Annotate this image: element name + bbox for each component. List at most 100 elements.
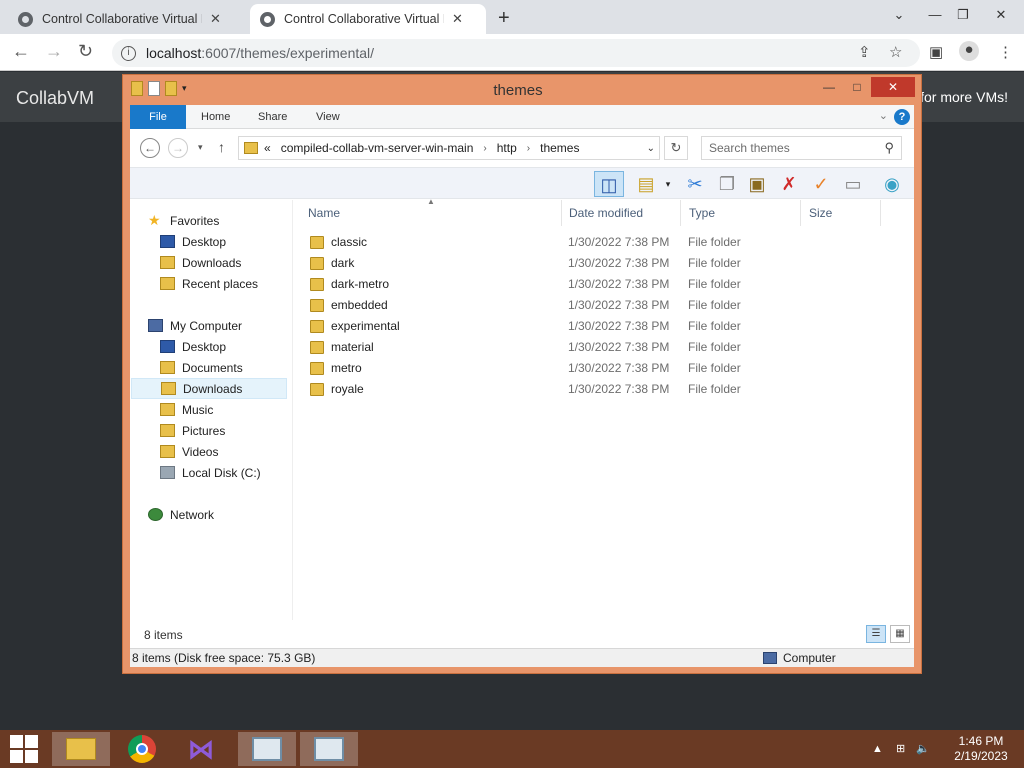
info-icon[interactable]: i [121, 45, 136, 61]
nav-item-recent-places[interactable]: Recent places [160, 273, 316, 294]
shell-icon[interactable]: ◉ [878, 171, 906, 197]
status-location: Computer [763, 651, 836, 665]
rename-icon[interactable]: ▭ [840, 171, 866, 197]
file-row[interactable]: dark-metro 1/30/2022 7:38 PM File folder [300, 274, 760, 295]
profile-avatar-icon[interactable]: ● [959, 41, 979, 61]
check-icon[interactable]: ✓ [808, 171, 834, 197]
chevron-down-icon[interactable]: ▾ [662, 171, 674, 197]
file-row[interactable]: classic 1/30/2022 7:38 PM File folder [300, 232, 760, 253]
breadcrumb-item[interactable]: http [497, 141, 517, 155]
breadcrumb[interactable]: « compiled-collab-vm-server-win-main › h… [238, 136, 660, 160]
taskbar-window[interactable] [238, 732, 296, 766]
network-icon [148, 508, 163, 521]
breadcrumb-item[interactable]: compiled-collab-vm-server-win-main [281, 141, 474, 155]
taskbar-chrome[interactable] [114, 732, 172, 766]
taskbar-window[interactable] [300, 732, 358, 766]
url-text[interactable]: localhost:6007/themes/experimental/ [146, 45, 374, 61]
file-row[interactable]: royale 1/30/2022 7:38 PM File folder [300, 379, 760, 400]
clock[interactable]: 1:46 PM 2/19/2023 [942, 734, 1020, 764]
volume-icon[interactable]: 🔈 [916, 743, 930, 755]
copy-icon[interactable]: ❐ [714, 171, 740, 197]
chevron-down-icon[interactable]: ⌄ [647, 143, 655, 154]
tab-share[interactable]: Share [258, 105, 287, 129]
new-tab-button[interactable]: + [498, 7, 510, 30]
forward-arrow-icon[interactable]: → [45, 41, 63, 62]
details-view-icon[interactable]: ☰ [866, 625, 886, 643]
browser-tab[interactable]: Control Collaborative Virtual Ma ✕ [8, 4, 248, 34]
up-arrow-icon[interactable]: ↑ [218, 139, 225, 155]
address-bar[interactable]: i localhost:6007/themes/experimental/ [112, 39, 920, 67]
file-row[interactable]: embedded 1/30/2022 7:38 PM File folder [300, 295, 760, 316]
windows-start-icon[interactable] [10, 735, 38, 763]
tab-title: Control Collaborative Virtual Ma [42, 12, 202, 26]
folder-icon [310, 257, 324, 270]
taskbar-visual-studio[interactable]: ⋈ [176, 732, 234, 766]
nav-item-music[interactable]: Music [160, 399, 316, 420]
nav-item-desktop[interactable]: Desktop [160, 336, 316, 357]
nav-item-downloads[interactable]: Downloads [160, 252, 316, 273]
nav-item-videos[interactable]: Videos [160, 441, 316, 462]
forward-arrow-icon[interactable]: → [168, 138, 188, 158]
nav-favorites[interactable]: ★ Favorites [148, 210, 304, 231]
file-row[interactable]: material 1/30/2022 7:38 PM File folder [300, 337, 760, 358]
computer-icon [148, 319, 163, 332]
close-tab-icon[interactable]: ✕ [210, 11, 221, 27]
refresh-icon[interactable]: ↻ [664, 136, 688, 160]
breadcrumb-overflow[interactable]: « [264, 141, 271, 155]
column-type[interactable]: Type [681, 200, 801, 226]
column-size[interactable]: Size [801, 200, 881, 226]
more-vms-text[interactable]: for more VMs! [920, 89, 1008, 105]
breadcrumb-item[interactable]: themes [540, 141, 579, 155]
large-icons-view-icon[interactable]: ▦ [890, 625, 910, 643]
restore-button[interactable]: ❐ [946, 0, 980, 30]
nav-item-local-disk[interactable]: Local Disk (C:) [160, 462, 316, 483]
share-icon[interactable]: ⇪ [858, 43, 871, 61]
documents-folder-icon [160, 361, 175, 374]
file-row[interactable]: dark 1/30/2022 7:38 PM File folder [300, 253, 760, 274]
minimize-button[interactable]: — [821, 77, 837, 97]
back-arrow-icon[interactable]: ← [140, 138, 160, 158]
taskbar-file-explorer[interactable] [52, 732, 110, 766]
nav-item-desktop[interactable]: Desktop [160, 231, 316, 252]
folder-icon [310, 383, 324, 396]
status-bar: 8 items (Disk free space: 75.3 GB) Compu… [130, 648, 914, 667]
chevron-right-icon[interactable]: › [483, 143, 486, 154]
help-icon[interactable]: ? [894, 109, 910, 125]
side-panel-icon[interactable]: ▣ [929, 43, 943, 61]
close-tab-icon[interactable]: ✕ [452, 11, 463, 27]
file-row[interactable]: metro 1/30/2022 7:38 PM File folder [300, 358, 760, 379]
maximize-button[interactable]: □ [849, 77, 865, 97]
delete-icon[interactable]: ✗ [776, 171, 802, 197]
browser-tab-active[interactable]: Control Collaborative Virtual Ma ✕ [250, 4, 486, 34]
select-folder-icon[interactable]: ▤ [632, 171, 660, 197]
tab-file[interactable]: File [130, 105, 186, 129]
reload-icon[interactable]: ↻ [78, 41, 93, 62]
cut-icon[interactable]: ✂ [682, 171, 708, 197]
chevron-right-icon[interactable]: › [527, 143, 530, 154]
menu-kebab-icon[interactable]: ⋮ [998, 43, 1013, 61]
bookmark-star-icon[interactable]: ☆ [889, 43, 902, 61]
nav-my-computer[interactable]: My Computer [148, 315, 304, 336]
close-window-button[interactable]: ✕ [984, 0, 1018, 30]
paste-icon[interactable]: ▣ [744, 171, 770, 197]
expand-ribbon-icon[interactable]: ⌄ [879, 109, 888, 122]
column-date-modified[interactable]: Date modified [561, 200, 681, 226]
tab-search-icon[interactable]: ⌄ [882, 0, 916, 30]
recent-locations-icon[interactable]: ▾ [198, 142, 203, 153]
nav-item-documents[interactable]: Documents [160, 357, 316, 378]
tab-view[interactable]: View [316, 105, 340, 129]
back-arrow-icon[interactable]: ← [12, 41, 30, 62]
file-row[interactable]: experimental 1/30/2022 7:38 PM File folder [300, 316, 760, 337]
network-tray-icon[interactable]: ⊞ [896, 743, 905, 755]
show-hidden-icons-icon[interactable]: ▲ [872, 743, 883, 755]
search-input[interactable]: Search themes ⚲ [701, 136, 902, 160]
preview-pane-icon[interactable]: ◫ [594, 171, 624, 197]
tab-home[interactable]: Home [201, 105, 230, 129]
column-name[interactable]: Name [300, 200, 562, 226]
nav-item-pictures[interactable]: Pictures [160, 420, 316, 441]
collabvm-logo[interactable]: CollabVM [16, 88, 94, 109]
close-button[interactable]: ✕ [871, 77, 915, 97]
nav-network[interactable]: Network [148, 504, 304, 525]
nav-item-downloads-selected[interactable]: Downloads [131, 378, 287, 399]
title-bar[interactable]: ▾ themes — □ ✕ [123, 75, 921, 105]
